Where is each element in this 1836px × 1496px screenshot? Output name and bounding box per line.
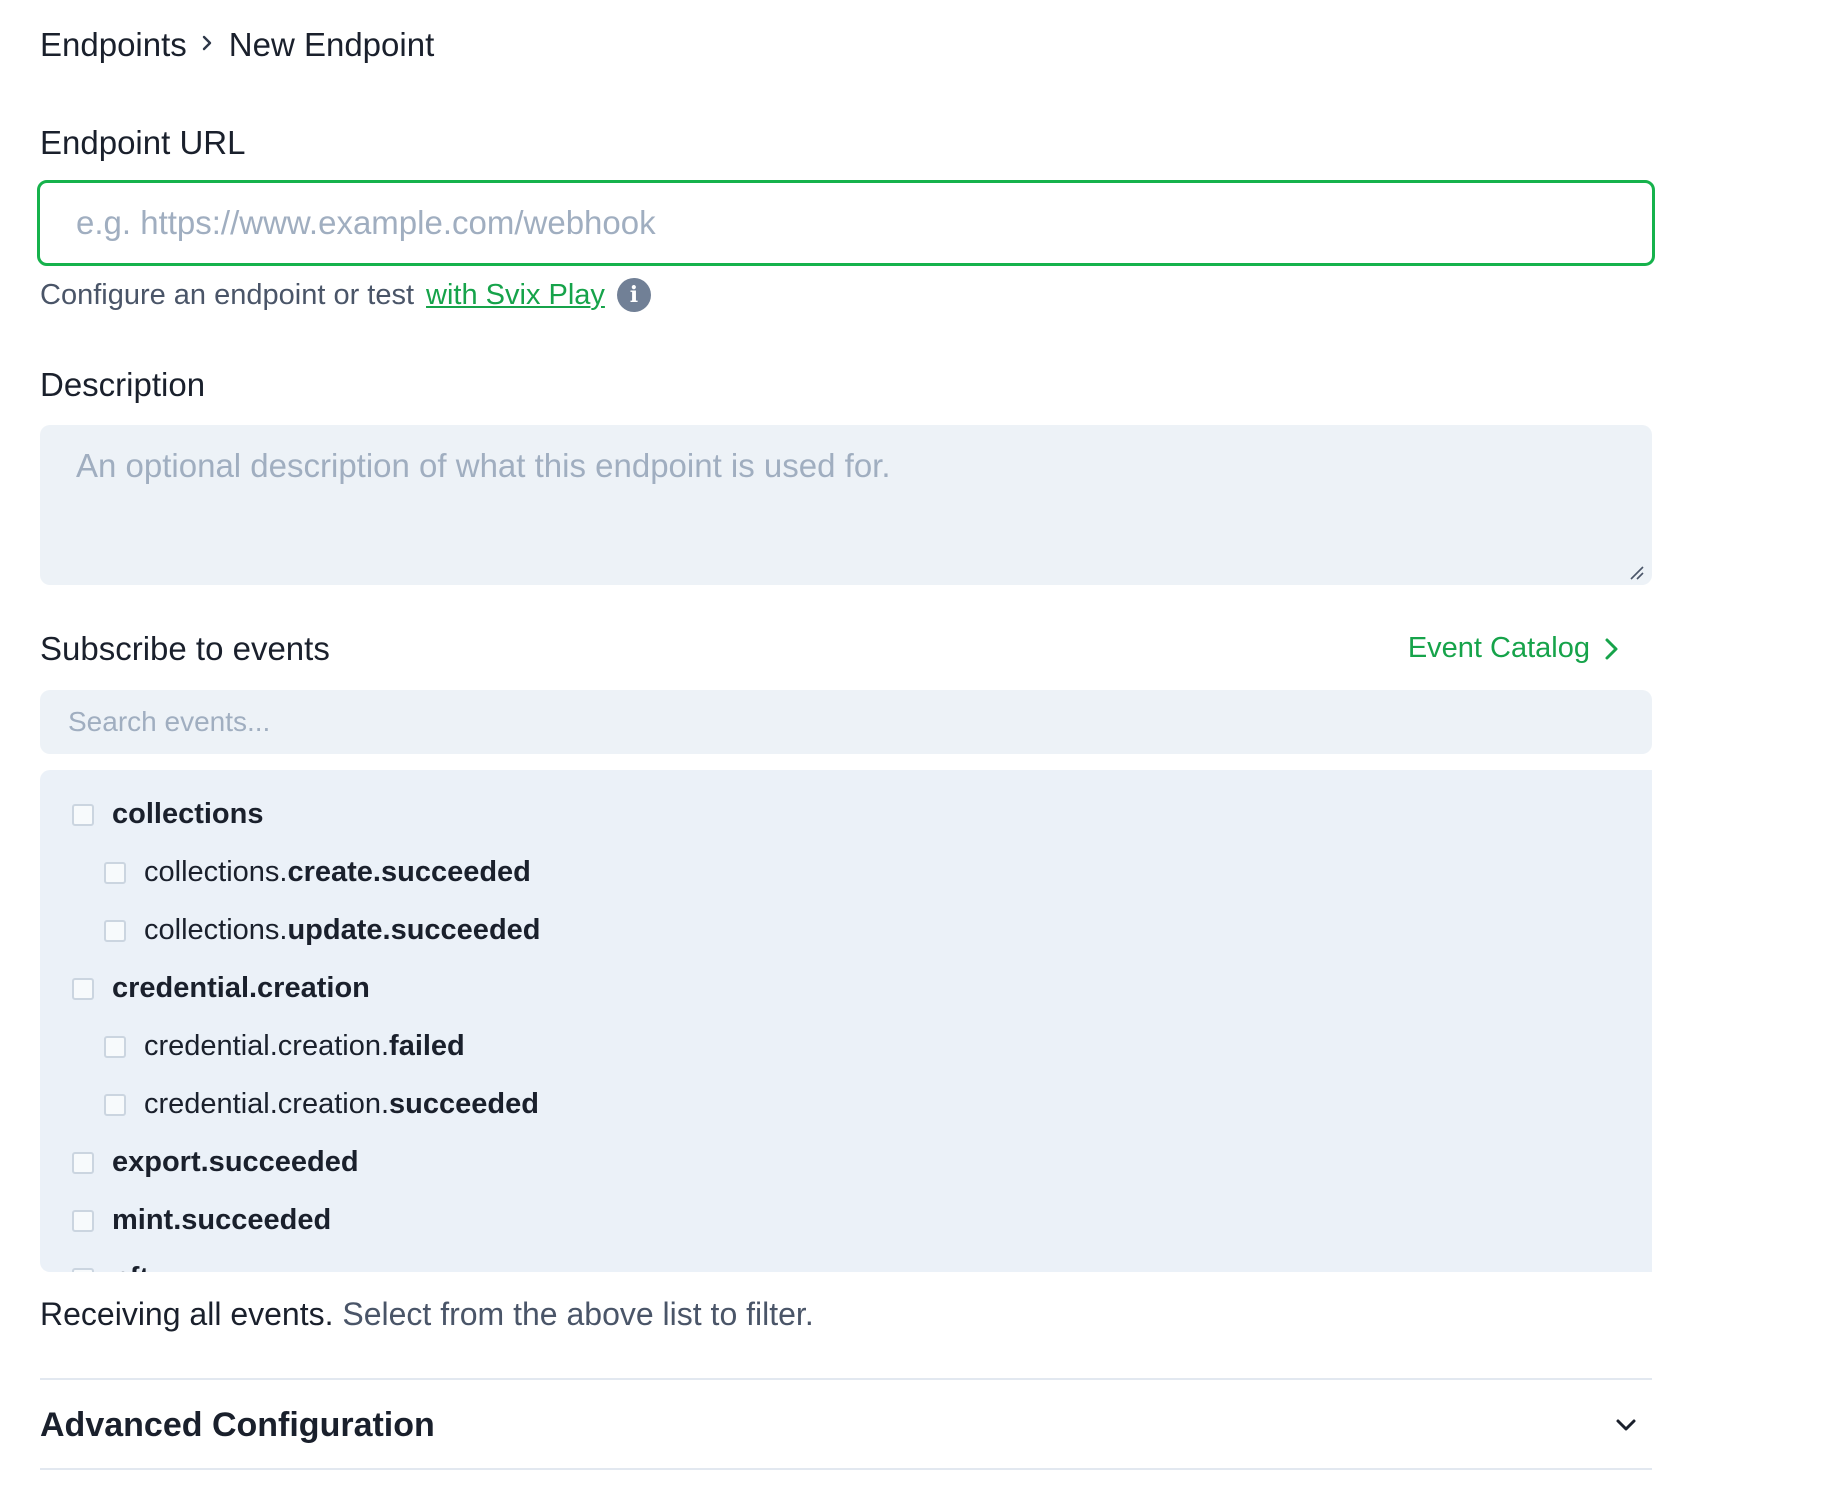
endpoint-url-input[interactable] [37, 180, 1655, 266]
event-export-succeeded[interactable]: export.succeeded [72, 1146, 359, 1179]
breadcrumb-endpoints-link[interactable]: Endpoints [40, 26, 187, 64]
search-events-input[interactable] [40, 690, 1652, 754]
subscribe-label: Subscribe to events [40, 630, 330, 667]
event-group-collections[interactable]: collections [72, 798, 264, 831]
event-label: collections.create.succeeded [144, 856, 531, 888]
event-label: nft [112, 1262, 149, 1272]
url-help-text: Configure an endpoint or test with Svix … [40, 278, 651, 312]
description-textarea[interactable] [40, 425, 1652, 585]
checkbox[interactable] [104, 919, 126, 942]
event-collections-create-succeeded[interactable]: collections.create.succeeded [104, 856, 531, 889]
chevron-right-icon [1605, 638, 1618, 659]
checkbox[interactable] [104, 861, 126, 884]
event-label: credential.creation [112, 972, 370, 1004]
checkbox[interactable] [72, 1267, 94, 1272]
endpoint-url-label: Endpoint URL [40, 124, 246, 161]
event-mint-succeeded[interactable]: mint.succeeded [72, 1204, 331, 1237]
breadcrumb: Endpoints New Endpoint [40, 26, 434, 64]
event-credential-creation-failed[interactable]: credential.creation.failed [104, 1030, 465, 1063]
event-credential-creation-succeeded[interactable]: credential.creation.succeeded [104, 1088, 539, 1121]
event-nft[interactable]: nft [72, 1262, 149, 1272]
chevron-right-icon [201, 29, 215, 61]
event-collections-update-succeeded[interactable]: collections.update.succeeded [104, 914, 541, 947]
advanced-configuration-title: Advanced Configuration [40, 1405, 435, 1444]
svix-play-link[interactable]: with Svix Play [426, 279, 605, 312]
event-label: credential.creation.failed [144, 1030, 465, 1062]
checkbox[interactable] [104, 1035, 126, 1058]
new-endpoint-page: Endpoints New Endpoint Endpoint URL Conf… [0, 0, 1836, 1496]
resize-grip-icon[interactable] [1628, 564, 1644, 580]
receiving-main: Receiving all events. [40, 1296, 334, 1332]
event-catalog-link[interactable]: Event Catalog [1408, 632, 1620, 665]
checkbox[interactable] [104, 1093, 126, 1116]
event-catalog-label: Event Catalog [1407, 632, 1590, 664]
receiving-status: Receiving all events. Select from the ab… [40, 1296, 814, 1333]
event-label: collections [112, 798, 264, 830]
divider [40, 1468, 1652, 1470]
info-icon[interactable]: i [616, 278, 651, 312]
checkbox[interactable] [72, 803, 94, 826]
receiving-hint: Select from the above list to filter. [342, 1296, 814, 1332]
event-label: credential.creation.succeeded [144, 1088, 539, 1120]
event-label: export.succeeded [112, 1146, 359, 1178]
chevron-down-icon [1616, 1419, 1636, 1431]
checkbox[interactable] [72, 1151, 94, 1174]
breadcrumb-current: New Endpoint [228, 26, 435, 63]
checkbox[interactable] [72, 977, 94, 1000]
event-list: collections collections.create.succeeded… [40, 770, 1652, 1272]
event-label: mint.succeeded [112, 1204, 332, 1236]
checkbox[interactable] [72, 1209, 94, 1232]
help-text: Configure an endpoint or test [40, 278, 415, 311]
event-group-credential-creation[interactable]: credential.creation [72, 972, 370, 1005]
event-label: collections.update.succeeded [144, 914, 541, 946]
advanced-configuration-toggle[interactable]: Advanced Configuration [40, 1380, 1652, 1470]
description-label: Description [40, 366, 206, 403]
